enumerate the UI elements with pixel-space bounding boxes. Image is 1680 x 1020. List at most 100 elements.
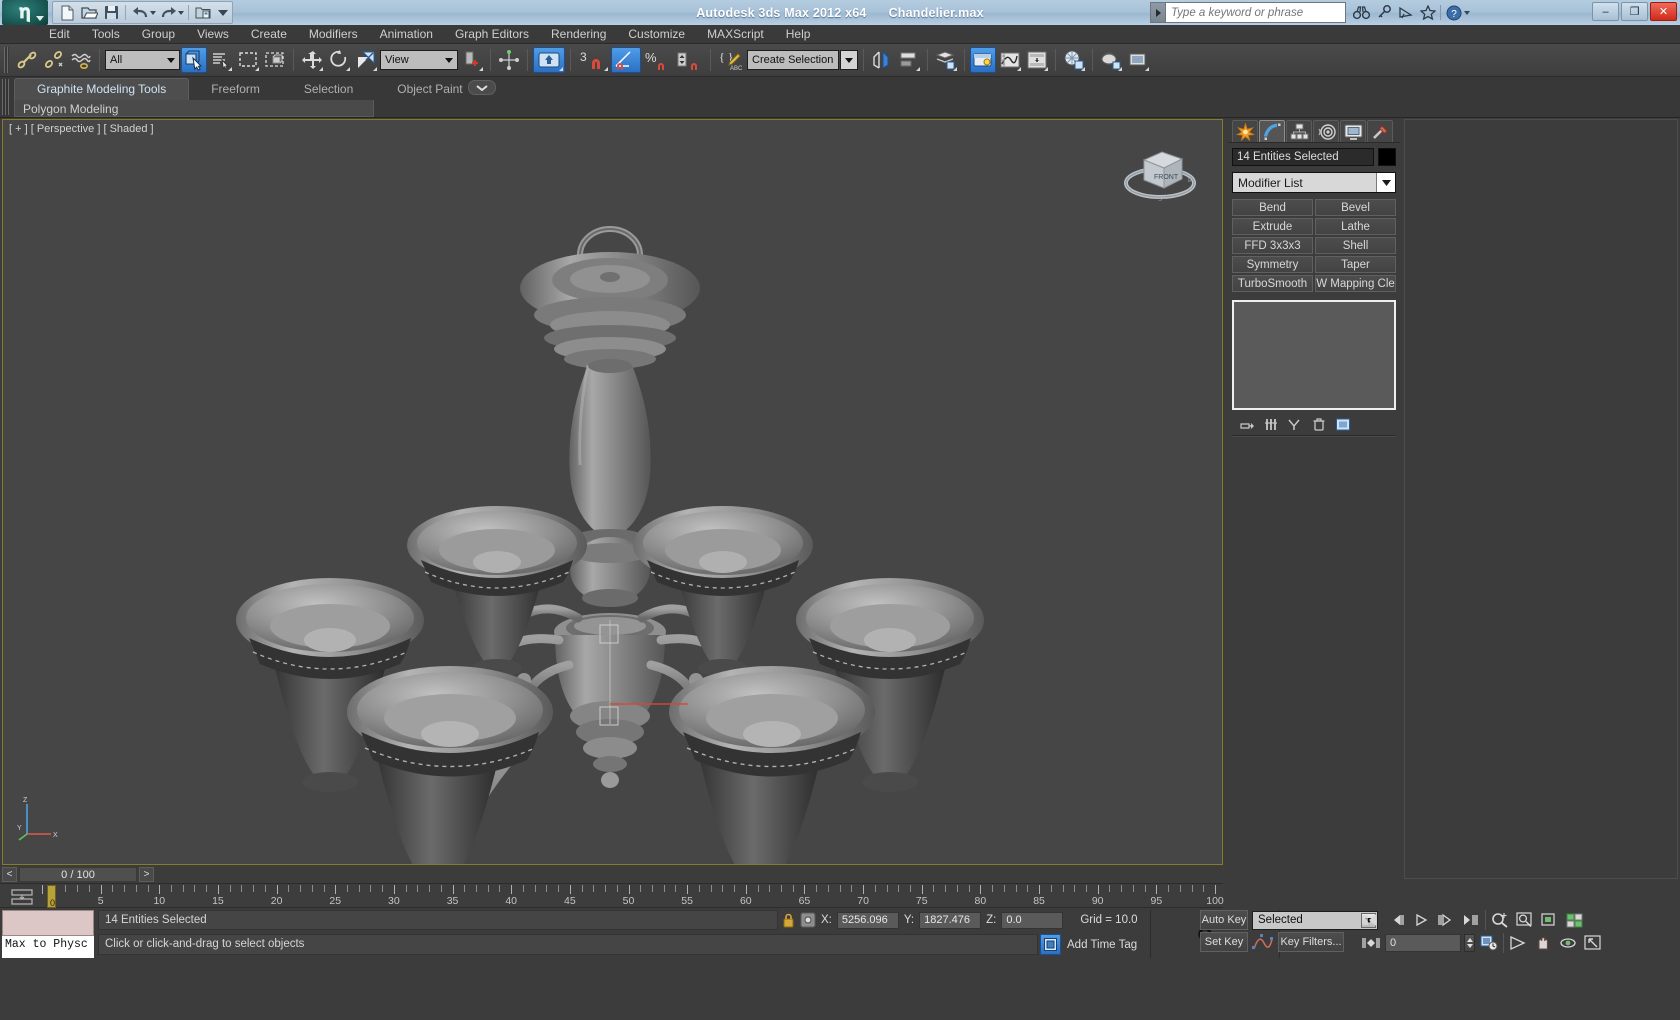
menu-item-rendering[interactable]: Rendering (540, 25, 617, 44)
zoom-extents-button[interactable] (1539, 911, 1561, 929)
angle-snap-toggle-button[interactable] (611, 47, 641, 73)
layer-manager-button[interactable] (933, 47, 959, 73)
orbit-button[interactable] (1557, 934, 1579, 952)
set-key-button[interactable]: Set Key (1200, 932, 1248, 952)
next-frame-button[interactable] (1435, 911, 1457, 929)
select-and-rotate-button[interactable] (326, 47, 352, 73)
snap-toggle-3d-button[interactable]: 3 (576, 47, 610, 73)
modifier-button-lathe[interactable]: Lathe (1315, 218, 1396, 235)
percent-snap-toggle-button[interactable]: % (642, 47, 672, 73)
menu-item-help[interactable]: Help (775, 25, 822, 44)
rendered-frame-window-button[interactable] (1125, 47, 1151, 73)
window-crossing-toggle-button[interactable] (262, 47, 288, 73)
minimize-button[interactable]: – (1592, 2, 1619, 21)
reference-coordinate-system-combo[interactable]: View (380, 50, 458, 70)
key-filters-button[interactable]: Key Filters... (1278, 932, 1344, 952)
auto-key-button[interactable]: Auto Key (1200, 910, 1248, 930)
select-link-button[interactable] (14, 47, 40, 73)
utilities-tab[interactable] (1367, 120, 1393, 142)
spinner-snap-toggle-button[interactable] (673, 47, 705, 73)
maxscript-mini-listener[interactable] (2, 910, 94, 936)
rectangular-selection-region-button[interactable] (235, 47, 261, 73)
use-center-flyout-button[interactable] (459, 47, 485, 73)
undo-arrow-icon[interactable] (130, 3, 150, 22)
tab-freeform[interactable]: Freeform (189, 79, 282, 100)
mirror-button[interactable] (869, 47, 895, 73)
motion-tab[interactable] (1313, 120, 1339, 142)
lock-selection-icon[interactable] (782, 912, 795, 928)
material-editor-button[interactable] (1061, 47, 1087, 73)
bind-to-space-warp-button[interactable] (68, 47, 94, 73)
time-tag-icon[interactable] (1040, 934, 1061, 955)
tab-graphite-modeling-tools[interactable]: Graphite Modeling Tools (14, 78, 189, 100)
create-tab[interactable] (1232, 120, 1258, 142)
coord-field-y[interactable]: 1827.476 (919, 912, 981, 929)
redo-arrow-icon[interactable] (158, 3, 178, 22)
toolbar-grip[interactable] (4, 47, 9, 73)
zoom-all-button[interactable] (1514, 911, 1536, 929)
maximize-button[interactable]: ❐ (1621, 2, 1648, 21)
go-to-end-button[interactable] (1460, 911, 1482, 929)
timeline-ruler[interactable]: 5101520253035404550556065707580859095100 (42, 884, 1215, 909)
add-time-tag-label[interactable]: Add Time Tag (1067, 939, 1137, 951)
key-search-icon[interactable] (1374, 3, 1393, 22)
application-menu-button[interactable]: 𝛈 (2, 0, 48, 25)
selection-filter-combo[interactable]: All (105, 50, 180, 70)
render-setup-button[interactable] (1098, 47, 1124, 73)
graphite-modeling-toggle-button[interactable] (970, 47, 996, 73)
frame-indicator-field[interactable]: 0 / 100 (19, 867, 137, 882)
caret-down-icon[interactable] (1464, 11, 1470, 15)
modifier-button-taper[interactable]: Taper (1315, 256, 1396, 273)
time-configuration-button[interactable] (1478, 934, 1500, 952)
tab-selection[interactable]: Selection (282, 79, 375, 100)
unlink-selection-button[interactable] (41, 47, 67, 73)
caret-down-icon[interactable] (1376, 173, 1395, 192)
modifier-button-bevel[interactable]: Bevel (1315, 199, 1396, 216)
schematic-view-button[interactable] (1024, 47, 1050, 73)
modifier-button-symmetry[interactable]: Symmetry (1232, 256, 1313, 273)
curve-editor-button[interactable] (997, 47, 1023, 73)
modifier-button-extrude[interactable]: Extrude (1232, 218, 1313, 235)
close-button[interactable]: ✕ (1650, 2, 1677, 21)
absolute-relative-transform-icon[interactable] (800, 912, 816, 928)
frame-spinner[interactable] (1464, 934, 1475, 952)
menu-item-maxscript[interactable]: MAXScript (696, 25, 775, 44)
menu-item-modifiers[interactable]: Modifiers (298, 25, 369, 44)
trash-can-icon[interactable] (1310, 416, 1328, 434)
ribbon-minimize-button[interactable] (468, 80, 496, 95)
modifier-button-ffd-3x3x3[interactable]: FFD 3x3x3 (1232, 237, 1313, 254)
coord-field-z[interactable]: 0.0 (1001, 912, 1063, 929)
star-favorite-icon[interactable] (1418, 3, 1437, 22)
floppy-save-icon[interactable] (101, 3, 121, 22)
maxscript-prompt-field[interactable]: Max to Physc (2, 936, 94, 958)
display-tab[interactable] (1340, 120, 1366, 142)
named-selection-sets-combo[interactable]: Create Selection Se (747, 50, 839, 70)
open-mini-curve-editor-icon[interactable] (10, 888, 34, 906)
open-folder-icon[interactable] (79, 3, 99, 22)
previous-frame-button[interactable] (1385, 911, 1407, 929)
search-expand-button[interactable] (1150, 2, 1166, 23)
modifier-list-combo[interactable]: Modifier List (1232, 172, 1396, 193)
menu-item-animation[interactable]: Animation (369, 25, 444, 44)
menu-item-customize[interactable]: Customize (617, 25, 696, 44)
satellite-dish-icon[interactable] (1396, 3, 1415, 22)
select-and-move-button[interactable] (299, 47, 325, 73)
select-by-name-button[interactable] (208, 47, 234, 73)
object-name-field[interactable]: 14 Entities Selected (1232, 148, 1374, 166)
ribbon-panel-polygon-modeling[interactable]: Polygon Modeling (14, 100, 374, 117)
pan-hand-button[interactable] (1532, 934, 1554, 952)
modify-tab[interactable] (1259, 120, 1285, 142)
edit-named-selection-sets-button[interactable]: { }ABC (716, 47, 746, 73)
snaps-toggle-button[interactable] (533, 47, 565, 73)
caret-down-icon[interactable] (178, 11, 184, 15)
select-and-scale-button[interactable] (353, 47, 379, 73)
select-and-manipulate-button[interactable] (496, 47, 522, 73)
menu-item-group[interactable]: Group (131, 25, 186, 44)
modifier-button-turbosmooth[interactable]: TurboSmooth (1232, 275, 1313, 292)
binoculars-icon[interactable] (1352, 3, 1371, 22)
menu-item-edit[interactable]: Edit (38, 25, 81, 44)
menu-item-create[interactable]: Create (240, 25, 298, 44)
object-color-swatch[interactable] (1378, 148, 1396, 166)
view-cube[interactable]: FRONT E S (1122, 138, 1202, 208)
modifier-button-bend[interactable]: Bend (1232, 199, 1313, 216)
